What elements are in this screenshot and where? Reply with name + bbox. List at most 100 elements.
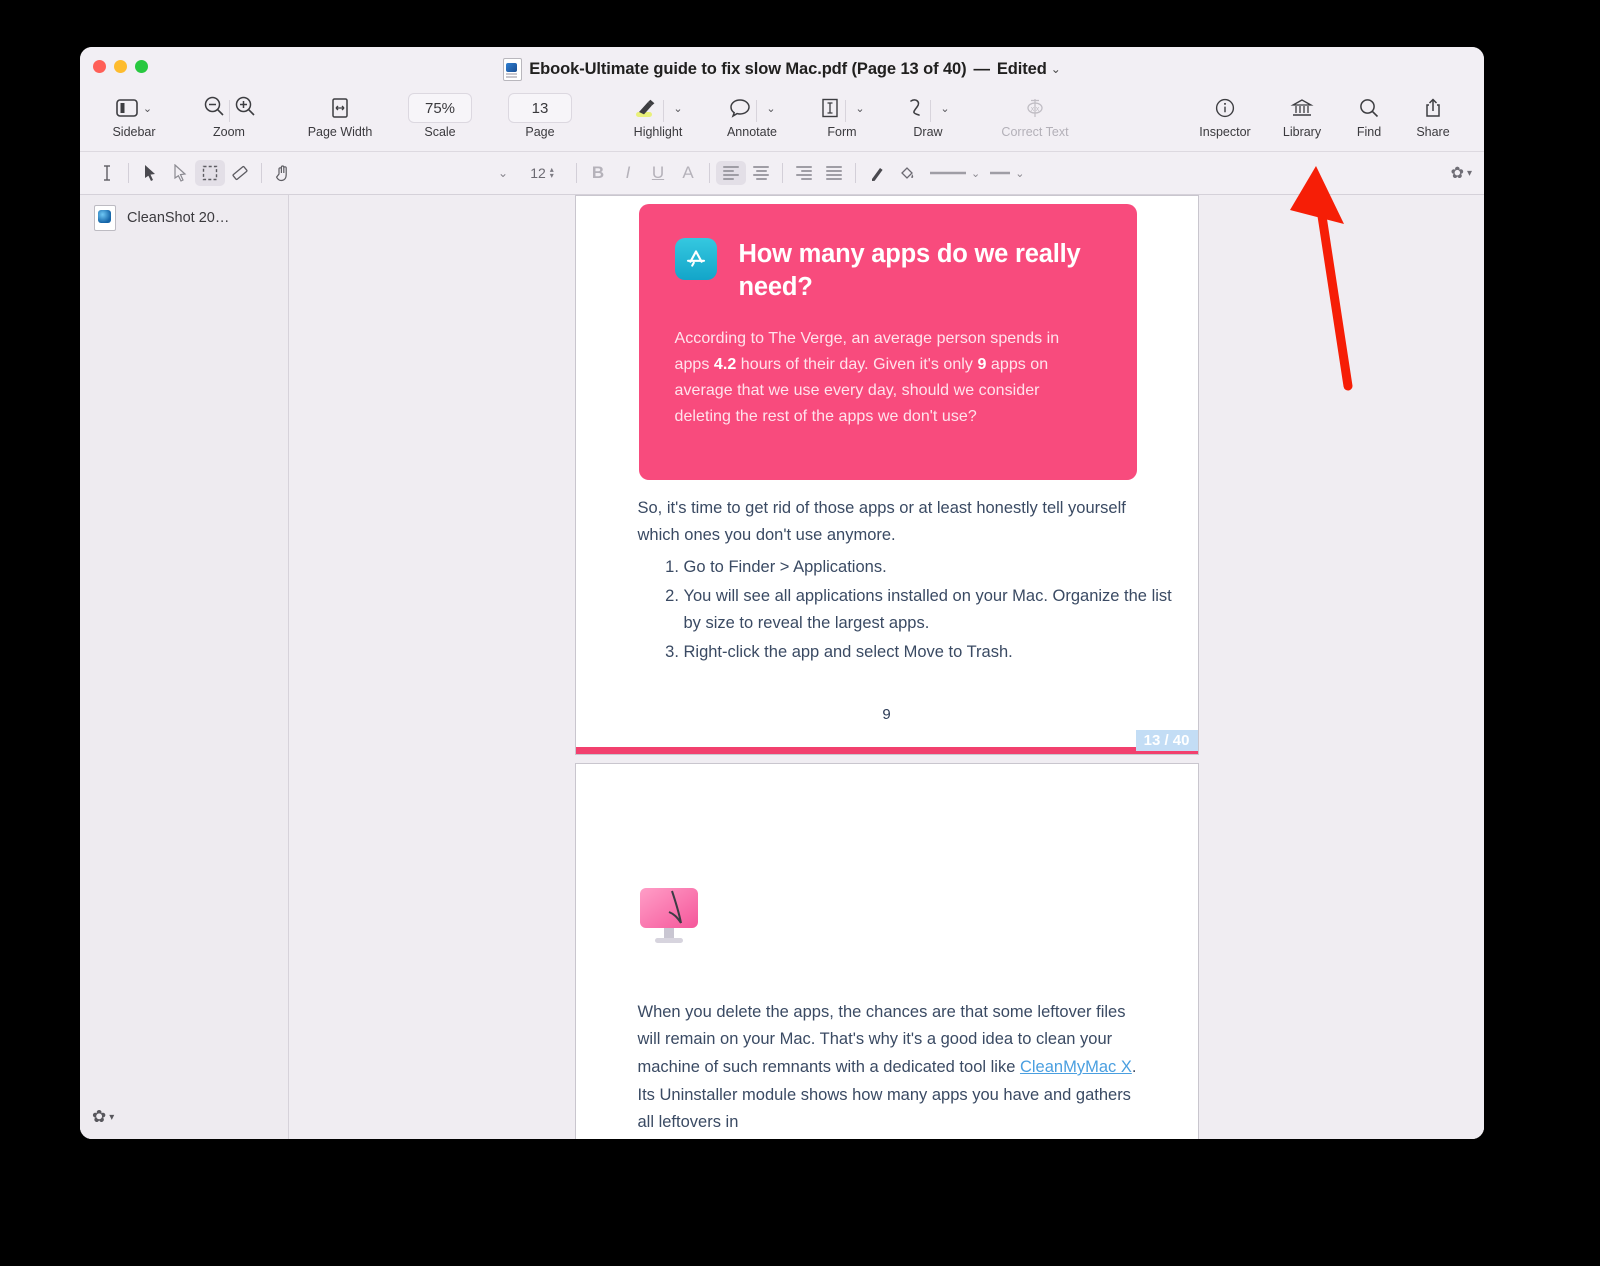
- library-icon: [1290, 93, 1314, 123]
- scale-input[interactable]: 75%: [408, 93, 472, 123]
- align-left-button[interactable]: [716, 161, 746, 185]
- chevron-down-icon[interactable]: ⌄: [855, 102, 864, 115]
- chevron-down-icon[interactable]: ⌄: [498, 166, 508, 180]
- toolbar-correct-text-button: xix Correct Text: [976, 91, 1094, 139]
- document-scroll-area[interactable]: How many apps do we really need? Accordi…: [289, 195, 1484, 1139]
- toolbar-scale-field[interactable]: 75% Scale: [392, 91, 488, 139]
- line-style-control[interactable]: ⌄: [988, 167, 1024, 180]
- page-bottom-rule: [575, 747, 1198, 754]
- search-icon: [1358, 93, 1380, 123]
- toolbar-inspector-button[interactable]: Inspector: [1184, 91, 1266, 139]
- draw-icon-wrap: ⌄: [906, 93, 950, 123]
- zoom-out-icon[interactable]: [203, 95, 225, 122]
- font-size-stepper[interactable]: 12 ▴ ▾: [514, 160, 570, 186]
- toolbar-page-field[interactable]: 13 Page: [488, 91, 592, 139]
- align-justify-icon: [826, 166, 842, 180]
- chevron-down-icon[interactable]: ⌄: [971, 167, 980, 180]
- text-style-button[interactable]: A: [673, 160, 703, 186]
- library-label: Library: [1282, 125, 1322, 139]
- list-item: Right-click the app and select Move to T…: [684, 639, 1180, 667]
- italic-button[interactable]: I: [613, 160, 643, 186]
- page-width-label: Page Width: [307, 125, 373, 139]
- attachment-thumbnail-icon: [94, 205, 116, 231]
- inspector-label: Inspector: [1199, 125, 1251, 139]
- scale-label: Scale: [424, 125, 456, 139]
- toolbar-share-button[interactable]: Share: [1400, 91, 1466, 139]
- align-right-icon: [796, 166, 812, 180]
- draw-label: Draw: [913, 125, 943, 139]
- page-folio-number: 9: [882, 706, 891, 723]
- stroke-color-icon[interactable]: [862, 160, 892, 186]
- close-icon[interactable]: [93, 60, 106, 73]
- stepper-arrows-icon[interactable]: ▴ ▾: [550, 166, 554, 180]
- format-toolbar: ⌄ 12 ▴ ▾ B I U A ⌄ ⌄ ✿ ▾: [80, 152, 1484, 195]
- format-divider: [782, 163, 783, 183]
- toolbar-form-button[interactable]: ⌄ Form: [798, 91, 886, 139]
- callout-stat-hours: 4.2: [713, 356, 737, 374]
- format-divider: [576, 163, 577, 183]
- sidebar-item-cleanshot[interactable]: CleanShot 20…: [80, 195, 288, 241]
- pointer-tool-icon[interactable]: [135, 160, 165, 186]
- toolbar-annotate-button[interactable]: ⌄ Annotate: [706, 91, 798, 139]
- gear-icon: ✿: [92, 1107, 107, 1126]
- ruler-tool-icon[interactable]: [225, 160, 255, 186]
- toolbar-highlight-button[interactable]: ⌄ Highlight: [610, 91, 706, 139]
- sidebar-icon: ⌄: [116, 93, 152, 123]
- underline-button[interactable]: U: [643, 160, 673, 186]
- cleanmymac-link[interactable]: CleanMyMac X: [1020, 1058, 1132, 1076]
- page-indicator-badge: 13 / 40: [1135, 730, 1198, 751]
- format-divider: [261, 163, 262, 183]
- text-cursor-tool-icon[interactable]: [92, 160, 122, 186]
- format-settings-button[interactable]: ✿ ▾: [1451, 163, 1472, 183]
- line-thickness-control[interactable]: ⌄: [928, 167, 980, 180]
- form-icon-wrap: ⌄: [819, 93, 865, 123]
- align-justify-button[interactable]: [819, 161, 849, 185]
- toolbar-sidebar-button[interactable]: ⌄ Sidebar: [98, 91, 170, 139]
- app-store-icon: [674, 238, 717, 280]
- hand-tool-icon[interactable]: [268, 160, 298, 186]
- toolbar-page-width-button[interactable]: Page Width: [288, 91, 392, 139]
- pdf-page-14[interactable]: When you delete the apps, the chances ar…: [574, 763, 1199, 1139]
- callout-body: According to The Verge, an average perso…: [675, 326, 1097, 430]
- page-input[interactable]: 13: [508, 93, 572, 123]
- zoom-in-icon[interactable]: [234, 95, 256, 122]
- toolbar-find-button[interactable]: Find: [1338, 91, 1400, 139]
- select-arrow-tool-icon[interactable]: [165, 160, 195, 186]
- maximize-icon[interactable]: [135, 60, 148, 73]
- font-family-select[interactable]: ⌄: [308, 160, 514, 186]
- preview-window: Ebook-Ultimate guide to fix slow Mac.pdf…: [80, 47, 1484, 1139]
- sidebar-settings-button[interactable]: ✿ ▾: [92, 1107, 114, 1127]
- annotate-label: Annotate: [726, 125, 778, 139]
- edited-label: Edited: [996, 59, 1047, 78]
- chevron-down-icon[interactable]: ⌄: [1015, 167, 1024, 180]
- format-divider: [128, 163, 129, 183]
- align-center-button[interactable]: [746, 161, 776, 185]
- chevron-down-icon[interactable]: ⌄: [1051, 62, 1061, 76]
- pdf-document-icon: [503, 57, 523, 81]
- pdf-page-13[interactable]: How many apps do we really need? Accordi…: [574, 195, 1199, 755]
- chevron-down-icon[interactable]: ⌄: [766, 102, 775, 115]
- toolbar-library-button[interactable]: Library: [1266, 91, 1338, 139]
- highlight-label: Highlight: [633, 125, 683, 139]
- font-size-value: 12: [530, 165, 546, 181]
- chevron-down-icon[interactable]: ⌄: [940, 102, 949, 115]
- page-label: Page: [525, 125, 555, 139]
- document-sidebar: CleanShot 20… ✿ ▾: [80, 195, 289, 1139]
- title-separator: —: [973, 59, 991, 78]
- chevron-down-icon[interactable]: ⌄: [143, 102, 152, 115]
- toolbar-draw-button[interactable]: ⌄ Draw: [886, 91, 970, 139]
- rect-selection-tool-icon[interactable]: [195, 160, 225, 186]
- fill-color-icon[interactable]: [892, 160, 922, 186]
- format-divider: [855, 163, 856, 183]
- chevron-down-icon[interactable]: ⌄: [673, 102, 682, 115]
- align-right-button[interactable]: [789, 161, 819, 185]
- bold-button[interactable]: B: [583, 160, 613, 186]
- page-width-icon: [330, 93, 350, 123]
- find-label: Find: [1356, 125, 1382, 139]
- zoom-icons: [203, 93, 256, 123]
- minimize-icon[interactable]: [114, 60, 127, 73]
- window-title-text: Ebook-Ultimate guide to fix slow Mac.pdf…: [529, 59, 967, 78]
- toolbar-divider: [756, 100, 758, 122]
- align-center-icon: [753, 166, 769, 180]
- list-item: You will see all applications installed …: [684, 583, 1180, 638]
